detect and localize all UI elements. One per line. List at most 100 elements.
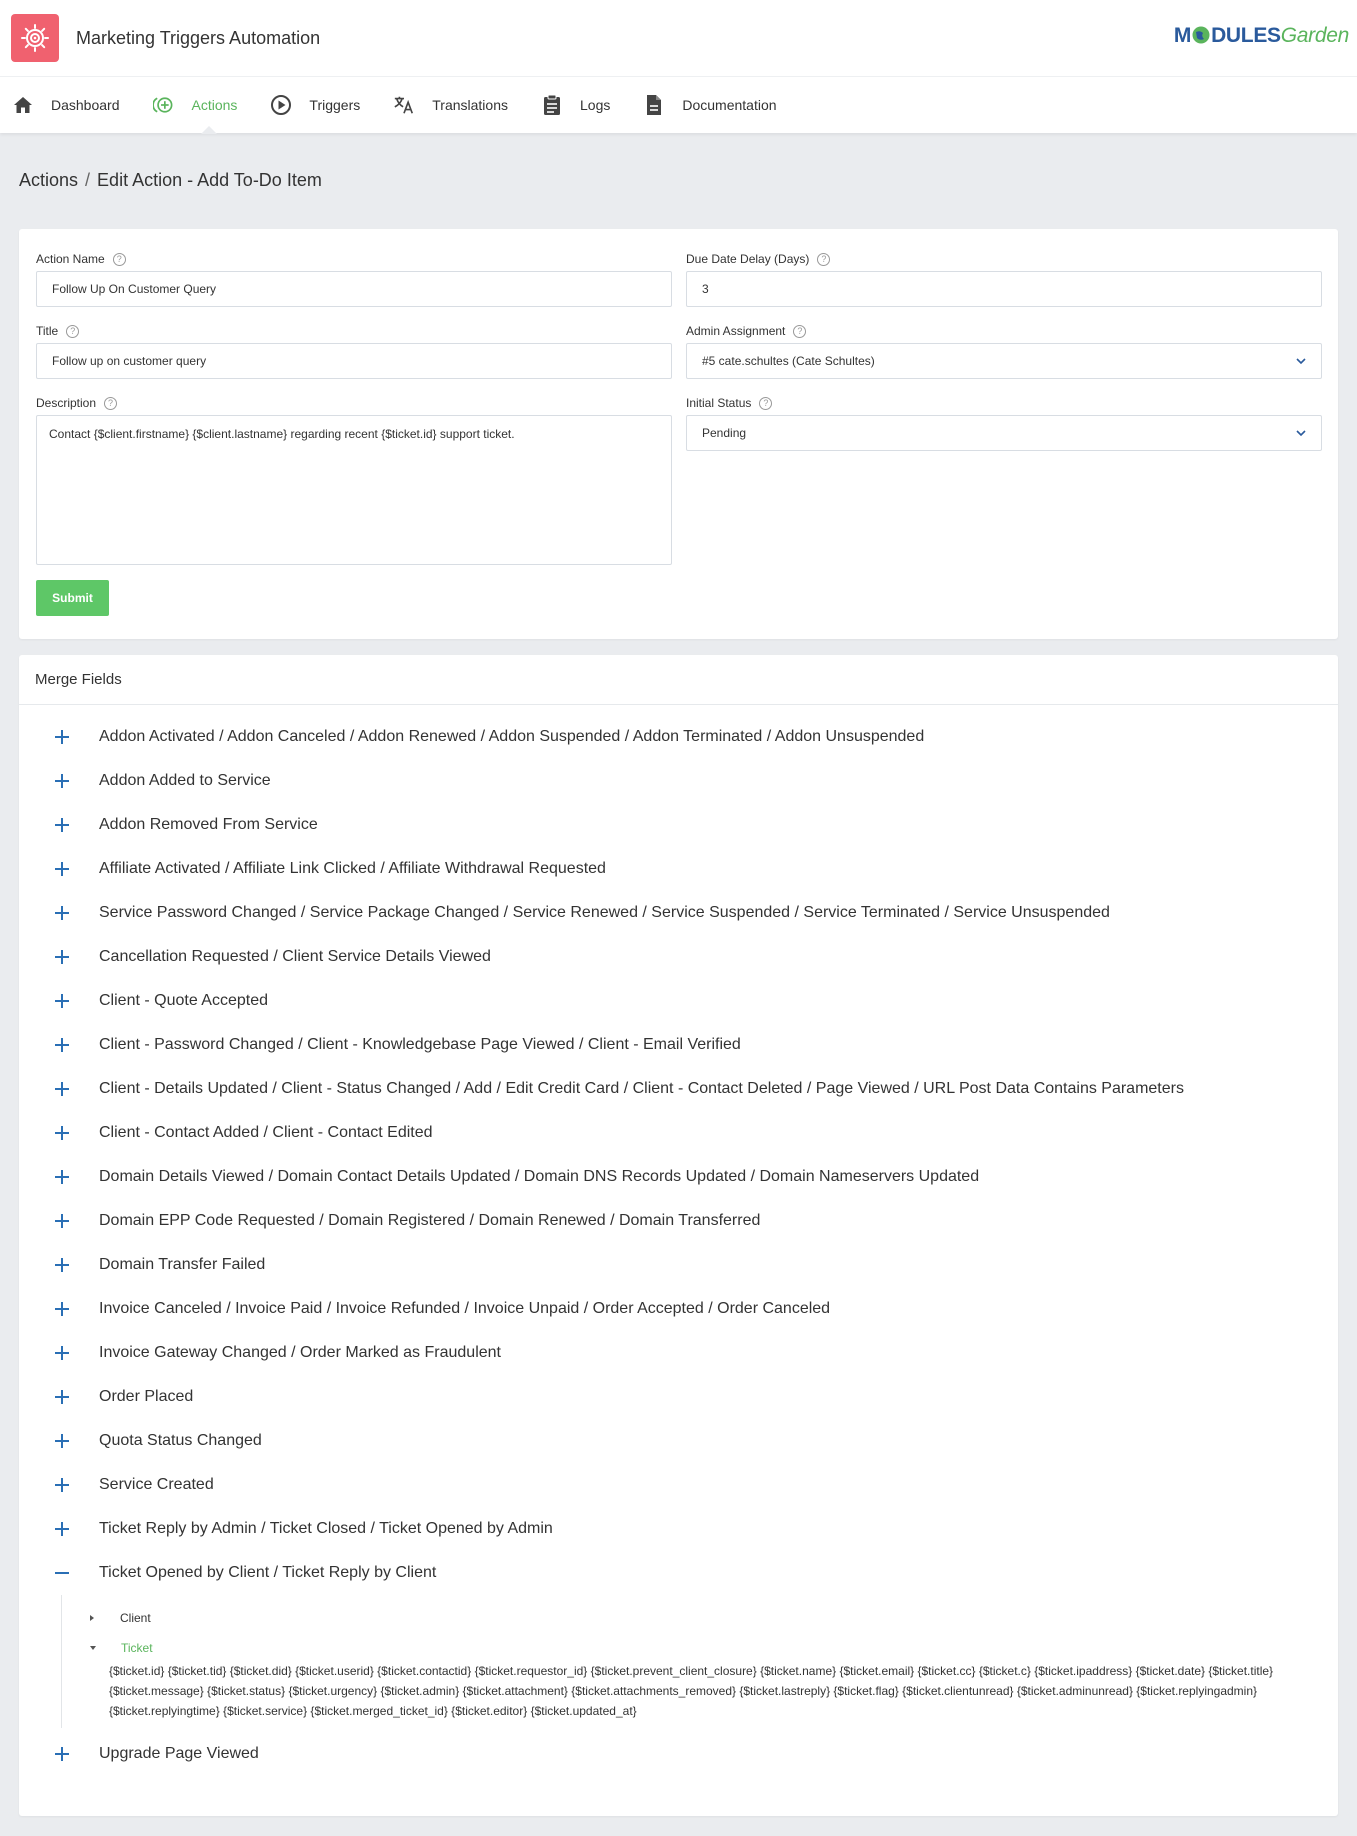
merge-group[interactable]: Domain Transfer Failed — [19, 1243, 1338, 1287]
brand-logo[interactable]: M DULESGarden — [1174, 24, 1349, 48]
merge-group[interactable]: Affiliate Activated / Affiliate Link Cli… — [19, 847, 1338, 891]
expand-icon[interactable] — [55, 950, 69, 964]
subtree-node-client[interactable]: Client — [62, 1603, 1338, 1633]
breadcrumb-current: Edit Action - Add To-Do Item — [97, 170, 322, 190]
merge-group[interactable]: Invoice Gateway Changed / Order Marked a… — [19, 1331, 1338, 1375]
expand-icon[interactable] — [55, 818, 69, 832]
expand-icon[interactable] — [55, 1082, 69, 1096]
merge-group[interactable]: Ticket Reply by Admin / Ticket Closed / … — [19, 1507, 1338, 1551]
merge-group[interactable]: Addon Removed From Service — [19, 803, 1338, 847]
globe-icon — [1192, 26, 1210, 44]
merge-group[interactable]: Invoice Canceled / Invoice Paid / Invoic… — [19, 1287, 1338, 1331]
expand-icon[interactable] — [55, 1214, 69, 1228]
expand-icon[interactable] — [55, 1747, 69, 1761]
nav-dashboard[interactable]: Dashboard — [12, 77, 120, 133]
merge-group[interactable]: Client - Password Changed / Client - Kno… — [19, 1023, 1338, 1067]
help-icon[interactable]: ? — [759, 396, 773, 410]
expand-icon[interactable] — [55, 1390, 69, 1404]
due-date-input[interactable]: 3 — [686, 271, 1322, 307]
nav-label: Actions — [191, 97, 238, 113]
clipboard-icon — [541, 94, 563, 116]
description-textarea[interactable]: Contact {$client.firstname} {$client.las… — [36, 415, 672, 565]
merge-group[interactable]: Client - Contact Added / Client - Contac… — [19, 1111, 1338, 1155]
help-icon[interactable]: ? — [66, 324, 80, 338]
collapse-icon[interactable] — [55, 1566, 69, 1580]
expand-icon[interactable] — [55, 1170, 69, 1184]
merge-group[interactable]: Domain EPP Code Requested / Domain Regis… — [19, 1199, 1338, 1243]
merge-group-label: Addon Removed From Service — [99, 816, 318, 833]
merge-group-label: Addon Added to Service — [99, 772, 271, 789]
expand-icon[interactable] — [55, 774, 69, 788]
merge-group-label: Client - Details Updated / Client - Stat… — [99, 1080, 1184, 1097]
expand-icon[interactable] — [55, 1478, 69, 1492]
title-label: Title? — [36, 319, 672, 343]
merge-group[interactable]: Domain Details Viewed / Domain Contact D… — [19, 1155, 1338, 1199]
expand-icon[interactable] — [55, 1302, 69, 1316]
merge-group[interactable]: Service Password Changed / Service Packa… — [19, 891, 1338, 935]
nav-label: Logs — [580, 97, 611, 113]
nav-logs[interactable]: Logs — [541, 77, 610, 133]
merge-group[interactable]: Cancellation Requested / Client Service … — [19, 935, 1338, 979]
merge-group-label: Ticket Opened by Client / Ticket Reply b… — [99, 1564, 437, 1581]
merge-group-label: Quota Status Changed — [99, 1432, 262, 1449]
action-name-input[interactable]: Follow Up On Customer Query — [36, 271, 672, 307]
home-icon — [12, 94, 34, 116]
breadcrumb-root[interactable]: Actions — [19, 170, 78, 190]
help-icon[interactable]: ? — [793, 324, 807, 338]
title-input[interactable]: Follow up on customer query — [36, 343, 672, 379]
expand-icon[interactable] — [55, 906, 69, 920]
chevron-down-icon — [1296, 429, 1306, 436]
chevron-down-icon — [1296, 357, 1306, 364]
expand-icon[interactable] — [55, 1434, 69, 1448]
main-nav: Dashboard Actions Triggers Translations … — [0, 77, 1357, 134]
initial-status-select[interactable]: Pending — [686, 415, 1322, 451]
help-icon[interactable]: ? — [112, 252, 126, 266]
nav-actions[interactable]: Actions — [152, 77, 238, 134]
breadcrumb: Actions / Edit Action - Add To-Do Item — [0, 133, 1357, 229]
app-logo[interactable] — [11, 14, 59, 62]
merge-group[interactable]: Upgrade Page Viewed — [19, 1732, 1338, 1776]
merge-group-expanded[interactable]: Ticket Opened by Client / Ticket Reply b… — [19, 1551, 1338, 1595]
nav-triggers[interactable]: Triggers — [270, 77, 360, 133]
merge-group-label: Ticket Reply by Admin / Ticket Closed / … — [99, 1520, 553, 1537]
submit-button[interactable]: Submit — [36, 580, 109, 616]
form-left-column: Action Name? Follow Up On Customer Query… — [36, 247, 672, 616]
merge-fields-panel: Merge Fields Addon Activated / Addon Can… — [19, 655, 1338, 1816]
expand-icon[interactable] — [55, 1346, 69, 1360]
expand-icon[interactable] — [55, 862, 69, 876]
expand-icon[interactable] — [55, 1522, 69, 1536]
brand-text-1: M — [1173, 24, 1192, 47]
merge-group-label: Domain Transfer Failed — [99, 1256, 266, 1273]
ticket-merge-fields[interactable]: {$ticket.id} {$ticket.tid} {$ticket.did}… — [62, 1661, 1338, 1721]
nav-label: Dashboard — [51, 97, 120, 113]
merge-group-label: Addon Activated / Addon Canceled / Addon… — [99, 728, 925, 745]
subtree-node-label: Client — [120, 1611, 151, 1625]
caret-down-icon — [90, 1646, 96, 1650]
admin-assignment-select[interactable]: #5 cate.schultes (Cate Schultes) — [686, 343, 1322, 379]
expand-icon[interactable] — [55, 1126, 69, 1140]
subtree-node-ticket[interactable]: Ticket — [62, 1633, 1338, 1663]
help-icon[interactable]: ? — [104, 396, 118, 410]
brand-text-3: Garden — [1280, 24, 1350, 47]
merge-group-label: Invoice Canceled / Invoice Paid / Invoic… — [99, 1300, 831, 1317]
expand-icon[interactable] — [55, 994, 69, 1008]
merge-group[interactable]: Service Created — [19, 1463, 1338, 1507]
top-bar: Marketing Triggers Automation M DULESGard… — [0, 0, 1357, 77]
merge-group[interactable]: Client - Quote Accepted — [19, 979, 1338, 1023]
form-right-column: Due Date Delay (Days)? 3 Admin Assignmen… — [686, 247, 1322, 463]
nav-translations[interactable]: Translations — [393, 77, 508, 133]
translate-icon — [393, 94, 415, 116]
merge-group-label: Client - Contact Added / Client - Contac… — [99, 1124, 433, 1141]
merge-group[interactable]: Quota Status Changed — [19, 1419, 1338, 1463]
expand-icon[interactable] — [55, 730, 69, 744]
caret-right-icon — [90, 1615, 94, 1621]
merge-group[interactable]: Order Placed — [19, 1375, 1338, 1419]
expand-icon[interactable] — [55, 1038, 69, 1052]
merge-group[interactable]: Addon Added to Service — [19, 759, 1338, 803]
merge-group[interactable]: Client - Details Updated / Client - Stat… — [19, 1067, 1338, 1111]
merge-group-label: Client - Quote Accepted — [99, 992, 268, 1009]
help-icon[interactable]: ? — [817, 252, 831, 266]
merge-group[interactable]: Addon Activated / Addon Canceled / Addon… — [19, 715, 1338, 759]
expand-icon[interactable] — [55, 1258, 69, 1272]
nav-documentation[interactable]: Documentation — [643, 77, 777, 133]
